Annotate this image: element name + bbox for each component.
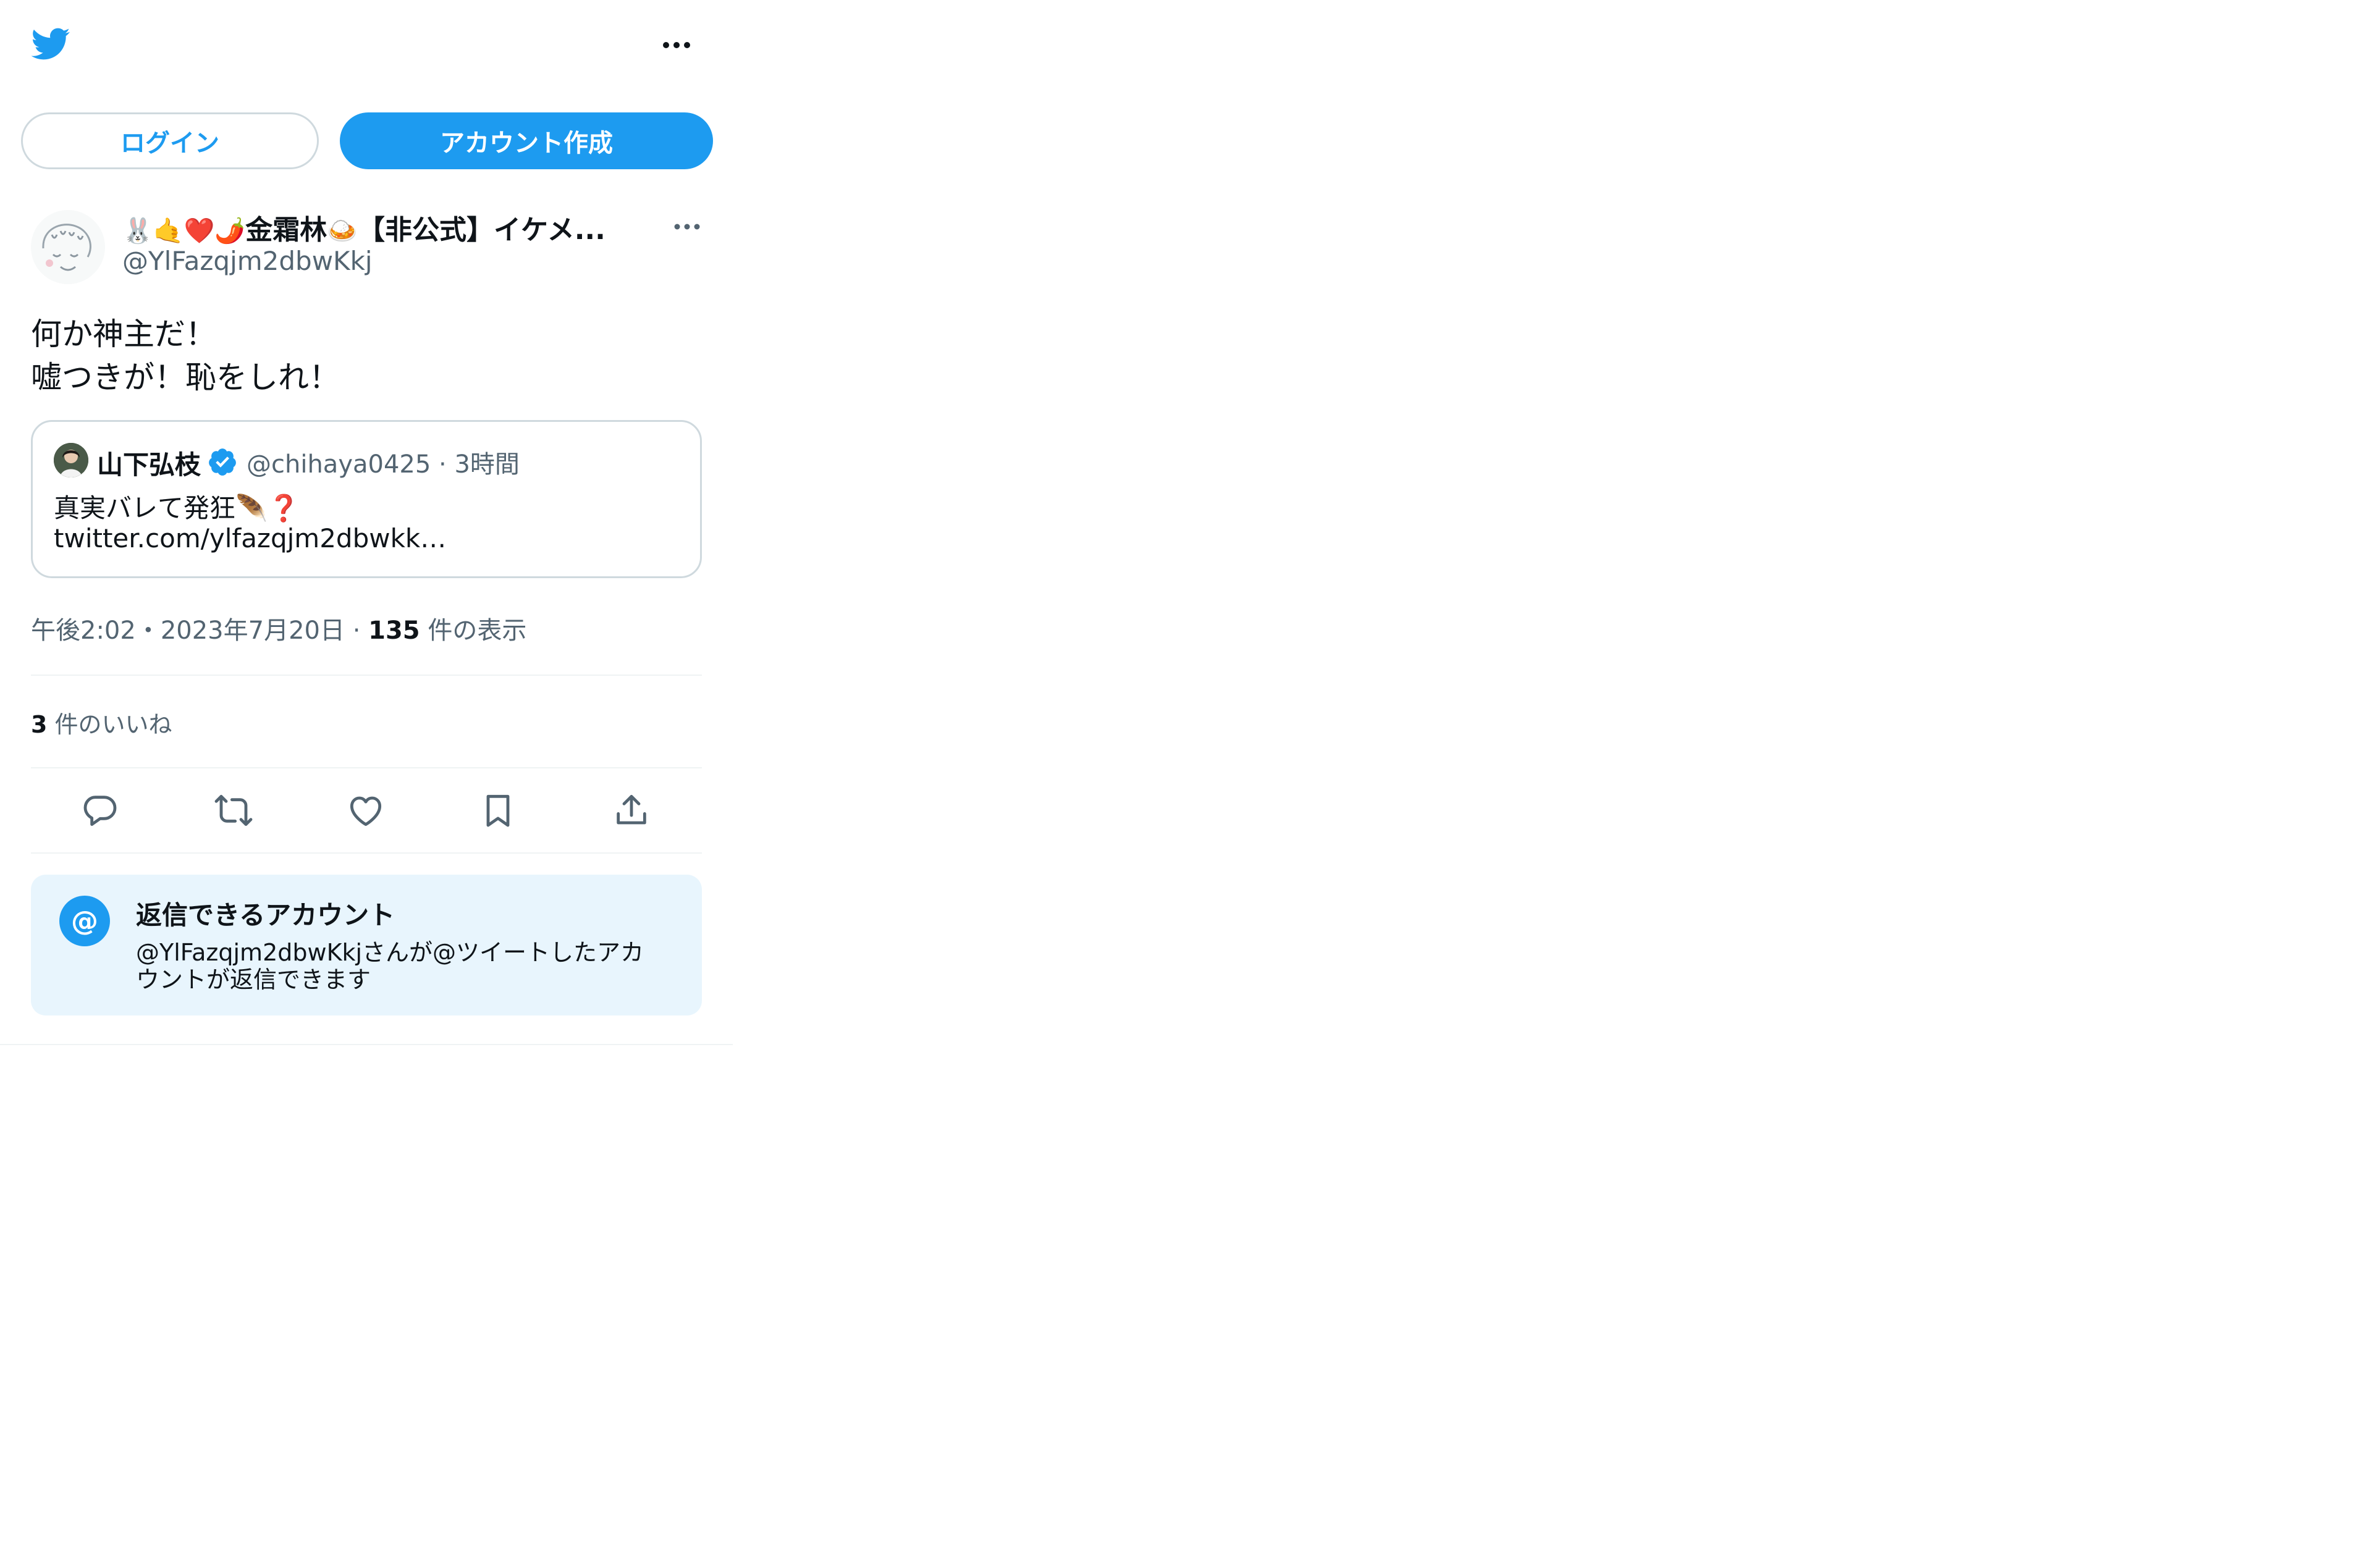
views-label: 件の表示 xyxy=(428,616,527,645)
reply-restriction-box: @ 返信できるアカウント @YlFazqjm2dbwKkjさんが@ツイートしたア… xyxy=(31,875,702,1015)
login-button[interactable]: ログイン xyxy=(21,112,319,169)
like-icon[interactable] xyxy=(346,791,386,830)
quote-handle-time: @chihaya0425 · 3時間 xyxy=(247,450,520,479)
tweet-meta: 午後2:02・2023年7月20日 · 135 件の表示 xyxy=(31,616,527,645)
quote-avatar xyxy=(54,443,88,477)
reply-restriction-title: 返信できるアカウント xyxy=(136,900,395,930)
share-icon[interactable] xyxy=(612,791,651,830)
name-suffix: 【非公式】イケメ... xyxy=(358,214,606,246)
likes-count: 3 xyxy=(31,711,48,738)
more-horizontal-icon[interactable] xyxy=(661,36,692,54)
user-handle[interactable]: @YlFazqjm2dbwKkj xyxy=(122,246,373,276)
quote-author-name: 山下弘枝 xyxy=(97,450,201,480)
likes-label: 件のいいね xyxy=(54,711,172,738)
retweet-icon[interactable] xyxy=(214,791,253,830)
verified-badge-icon xyxy=(207,447,238,477)
display-name[interactable]: 🐰🤙❤️🌶️金霜林🍛【非公式】イケメ... xyxy=(122,208,606,247)
quote-text-line-1: 真実バレて発狂🪶❓ xyxy=(54,493,300,523)
divider xyxy=(31,675,702,676)
divider xyxy=(31,852,702,854)
divider xyxy=(31,767,702,768)
reply-restriction-description: @YlFazqjm2dbwKkjさんが@ツイートしたアカウントが返信できます xyxy=(136,939,644,993)
reply-icon[interactable] xyxy=(80,791,120,830)
tweet-more-icon[interactable] xyxy=(672,217,702,236)
twitter-bird-icon[interactable] xyxy=(27,23,73,64)
likes-summary[interactable]: 3 件のいいね xyxy=(31,705,172,739)
quote-text-link[interactable]: twitter.com/ylfazqjm2dbwkk… xyxy=(54,523,446,553)
name-emojis: 🐰🤙❤️🌶️ xyxy=(122,217,246,245)
quote-tweet-card[interactable]: 山下弘枝 @chihaya0425 · 3時間 真実バレて発狂🪶❓ twitte… xyxy=(31,420,702,578)
tweet-text: 何か神主だ！ 嘘つきが！恥をしれ！ xyxy=(31,316,340,395)
signup-button[interactable]: アカウント作成 xyxy=(340,112,713,169)
views-count: 135 xyxy=(368,616,420,645)
tweet-timestamp[interactable]: 午後2:02・2023年7月20日 xyxy=(31,616,345,645)
name-emoji-2: 🍛 xyxy=(327,217,358,245)
tweet-column: ログイン アカウント作成 🐰🤙❤️🌶️金霜林🍛【非公式】イケメ... @YlFa… xyxy=(0,0,733,1045)
bookmark-icon[interactable] xyxy=(478,791,518,830)
mention-icon: @ xyxy=(59,896,110,946)
avatar[interactable] xyxy=(31,210,105,284)
name-text: 金霜林 xyxy=(245,214,327,246)
